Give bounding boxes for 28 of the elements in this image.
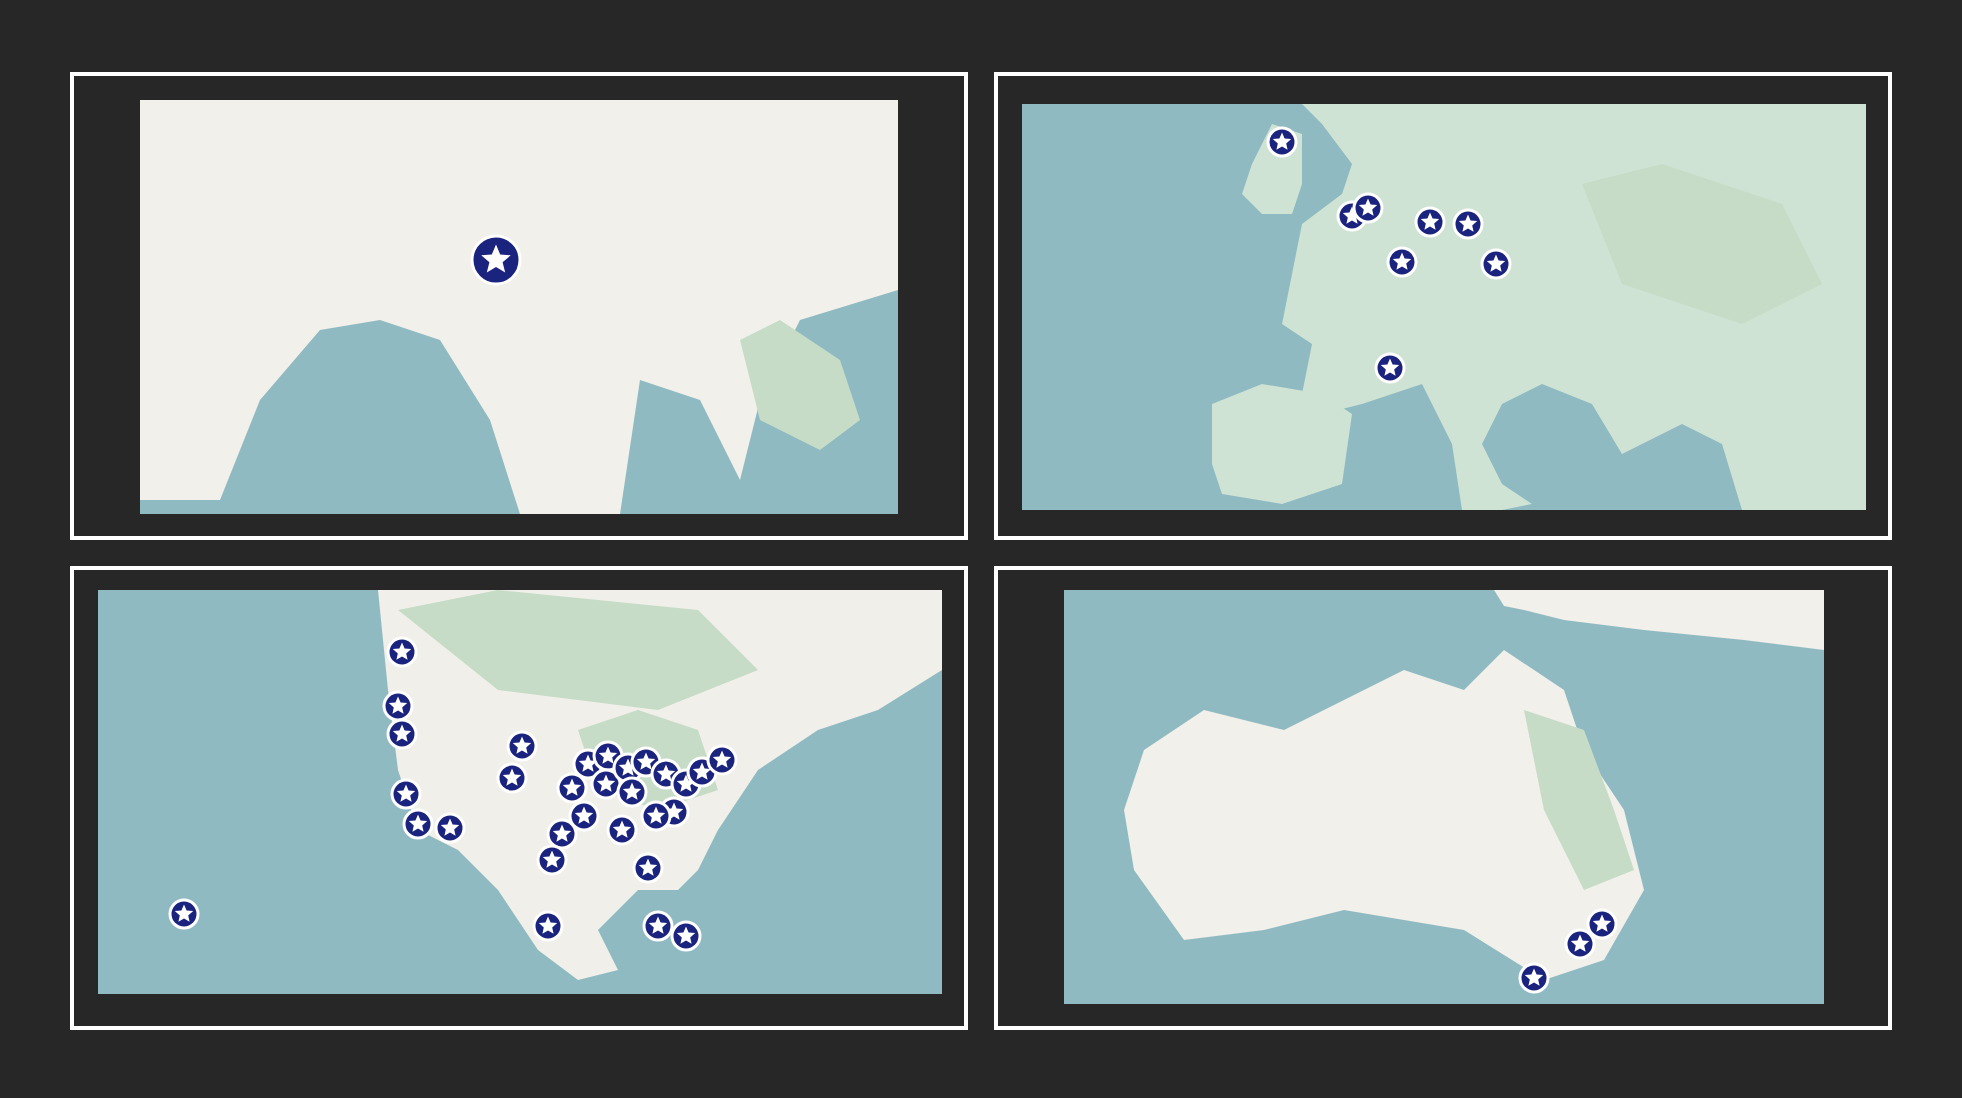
map-pin-icon[interactable] [632, 852, 664, 884]
map-pin-icon[interactable] [640, 800, 672, 832]
map-pin-icon[interactable] [1352, 192, 1384, 224]
map-pin-icon[interactable] [532, 910, 564, 942]
map-pin-icon[interactable] [670, 920, 702, 952]
map-pin-icon[interactable] [386, 636, 418, 668]
map-pin-icon[interactable] [1518, 962, 1550, 994]
map-pin-icon[interactable] [386, 718, 418, 750]
map-pin-icon[interactable] [506, 730, 538, 762]
map-pin-icon[interactable] [1586, 908, 1618, 940]
map-pin-icon[interactable] [1564, 928, 1596, 960]
map-pin-icon[interactable] [496, 762, 528, 794]
map-pin-icon[interactable] [706, 744, 738, 776]
map-pin-icon[interactable] [536, 844, 568, 876]
map-pin-icon[interactable] [168, 898, 200, 930]
map-pin-icon[interactable] [1452, 208, 1484, 240]
map-pin-icon[interactable] [1386, 246, 1418, 278]
map-pin-icon[interactable] [1480, 248, 1512, 280]
map-pin-icon[interactable] [390, 778, 422, 810]
map-pin-icon[interactable] [434, 812, 466, 844]
map-pin-icon[interactable] [1414, 206, 1446, 238]
map-pin-icon[interactable] [642, 910, 674, 942]
map-pin-icon[interactable] [470, 234, 522, 286]
map-pin-icon[interactable] [616, 776, 648, 808]
map-pin-icon[interactable] [402, 808, 434, 840]
map-pin-icon[interactable] [1374, 352, 1406, 384]
map-pin-icon[interactable] [1266, 126, 1298, 158]
map-pin-icon[interactable] [606, 814, 638, 846]
